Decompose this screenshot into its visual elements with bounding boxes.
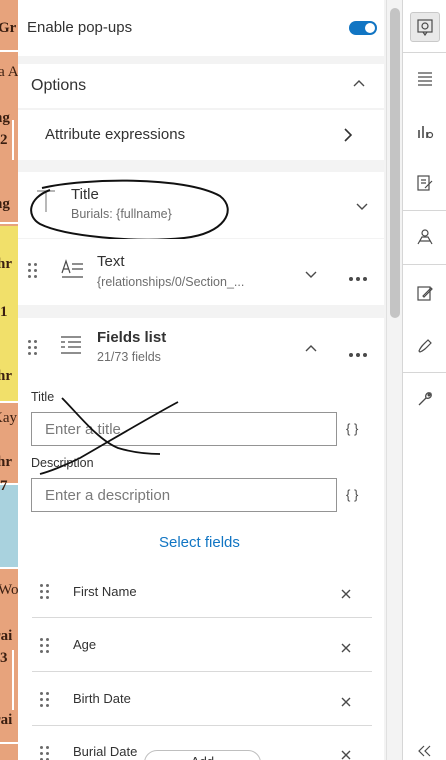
- text-element-title: Text: [97, 253, 125, 270]
- map-line: [0, 222, 18, 224]
- map-line: [0, 50, 18, 52]
- field-row: Birth Date: [32, 672, 372, 726]
- map-label: ng: [0, 110, 10, 126]
- map-label: rai: [0, 712, 13, 728]
- map-line: [12, 650, 14, 710]
- draw-icon[interactable]: [410, 330, 440, 360]
- map-label: thr: [0, 454, 12, 470]
- remove-field-icon[interactable]: [341, 694, 351, 712]
- collapse-icon[interactable]: [410, 736, 440, 760]
- text-element-subtitle: {relationships/0/Section_...: [97, 275, 245, 289]
- chevron-down-icon[interactable]: [305, 266, 317, 284]
- expression-icon[interactable]: { }: [346, 487, 358, 502]
- fields-list-count: 21/73 fields: [97, 350, 161, 364]
- field-name: First Name: [73, 584, 137, 599]
- sidebar-divider: [403, 372, 446, 373]
- options-title: Options: [31, 77, 87, 94]
- scrollbar-thumb[interactable]: [390, 8, 400, 318]
- enable-popups-toggle[interactable]: [349, 21, 377, 35]
- remove-field-icon[interactable]: [341, 640, 351, 658]
- map-label: ta A: [0, 64, 18, 80]
- map-label: Wo: [0, 582, 18, 598]
- chevron-down-icon[interactable]: [356, 198, 368, 216]
- wrench-icon[interactable]: [410, 384, 440, 414]
- attribute-expressions-row[interactable]: Attribute expressions: [18, 110, 384, 160]
- tool-sidebar: [402, 0, 446, 760]
- drag-handle-icon[interactable]: [40, 692, 50, 708]
- field-row: Age: [32, 618, 372, 672]
- map-label: ng: [0, 196, 10, 212]
- more-options-icon[interactable]: [348, 345, 368, 363]
- panel-scrollbar[interactable]: [386, 0, 402, 760]
- field-name: Birth Date: [73, 691, 131, 706]
- edit-form-icon[interactable]: [410, 168, 440, 198]
- edit-icon[interactable]: [410, 278, 440, 308]
- attribute-expressions-label: Attribute expressions: [45, 126, 186, 143]
- map-label: rai: [0, 628, 13, 644]
- hand-drawn-circle-annotation: [30, 179, 229, 241]
- enable-popups-label: Enable pop-ups: [27, 19, 133, 36]
- map-line: [0, 742, 18, 744]
- map-label: 2: [0, 132, 8, 148]
- fields-icon[interactable]: [410, 64, 440, 94]
- map-parcel-blue: [0, 485, 18, 567]
- sidebar-divider: [403, 52, 446, 53]
- more-options-icon[interactable]: [348, 269, 368, 287]
- description-input[interactable]: [32, 479, 336, 511]
- sidebar-divider: [403, 264, 446, 265]
- description-input-wrapper: [31, 478, 337, 512]
- text-icon: [60, 257, 84, 284]
- expression-icon[interactable]: { }: [346, 421, 358, 436]
- drag-handle-icon[interactable]: [28, 340, 38, 356]
- hand-drawn-x-annotation: [39, 397, 179, 475]
- drag-handle-icon[interactable]: [40, 584, 50, 600]
- sketch-icon[interactable]: [410, 222, 440, 252]
- map-label: Gr: [0, 20, 17, 36]
- text-element-card[interactable]: Text {relationships/0/Section_...: [18, 239, 384, 305]
- popup-config-panel: Enable pop-ups Options Attribute express…: [18, 0, 386, 760]
- sidebar-divider: [403, 210, 446, 211]
- chevron-right-icon: [344, 128, 353, 147]
- fields-list-title: Fields list: [97, 329, 167, 346]
- popup-settings-icon[interactable]: [410, 12, 440, 42]
- options-header[interactable]: Options: [18, 64, 384, 108]
- chevron-up-icon: [353, 76, 365, 95]
- remove-field-icon[interactable]: [341, 747, 351, 760]
- drag-handle-icon[interactable]: [40, 746, 50, 760]
- map-line: [0, 401, 18, 403]
- fields-list-card: Fields list 21/73 fields Title { } Descr…: [18, 318, 384, 760]
- field-row: First Name: [32, 564, 372, 618]
- remove-field-icon[interactable]: [341, 586, 351, 604]
- map-line: [12, 120, 14, 160]
- drag-handle-icon[interactable]: [40, 638, 50, 654]
- map-line: [0, 567, 18, 569]
- map-label: 7: [0, 478, 8, 494]
- map-label: 3: [0, 650, 8, 666]
- map-label: thr: [0, 256, 12, 272]
- map-label: thr: [0, 368, 12, 384]
- add-content-button[interactable]: Add: [144, 750, 261, 760]
- field-name: Age: [73, 637, 97, 652]
- chart-settings-icon[interactable]: [410, 116, 440, 146]
- enable-popups-row: Enable pop-ups: [18, 0, 384, 56]
- drag-handle-icon[interactable]: [28, 263, 38, 279]
- map-label: Kay: [0, 410, 17, 426]
- select-fields-link[interactable]: Select fields: [159, 534, 240, 551]
- map-background: Gr ta A ng 2 ng thr 1 thr Kay thr 7 Wo r…: [0, 0, 18, 760]
- title-element-card[interactable]: Title Burials: {fullname}: [18, 172, 384, 241]
- fields-list-icon: [59, 334, 83, 361]
- chevron-up-icon[interactable]: [305, 340, 317, 358]
- map-label: 1: [0, 304, 8, 320]
- field-name: Burial Date: [73, 744, 138, 759]
